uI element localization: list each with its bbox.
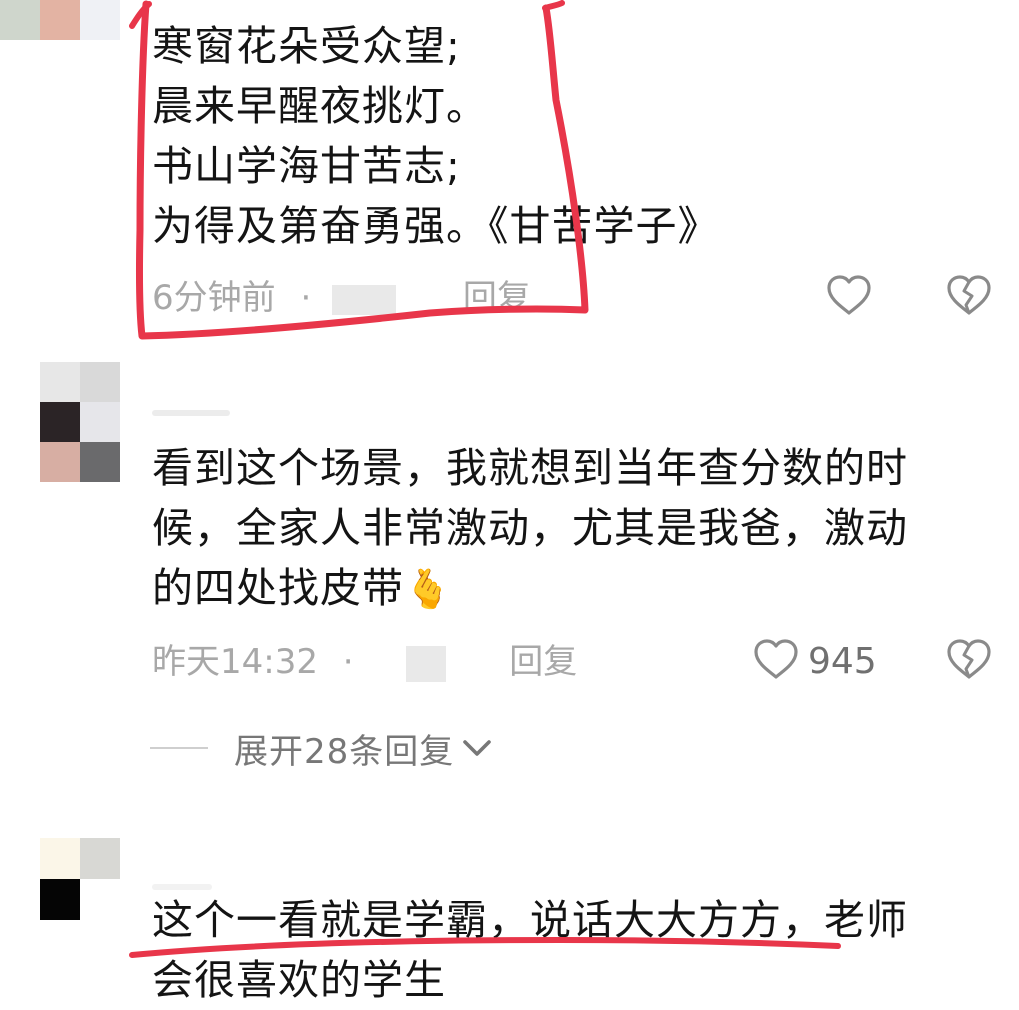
annotation-underline xyxy=(129,936,841,958)
